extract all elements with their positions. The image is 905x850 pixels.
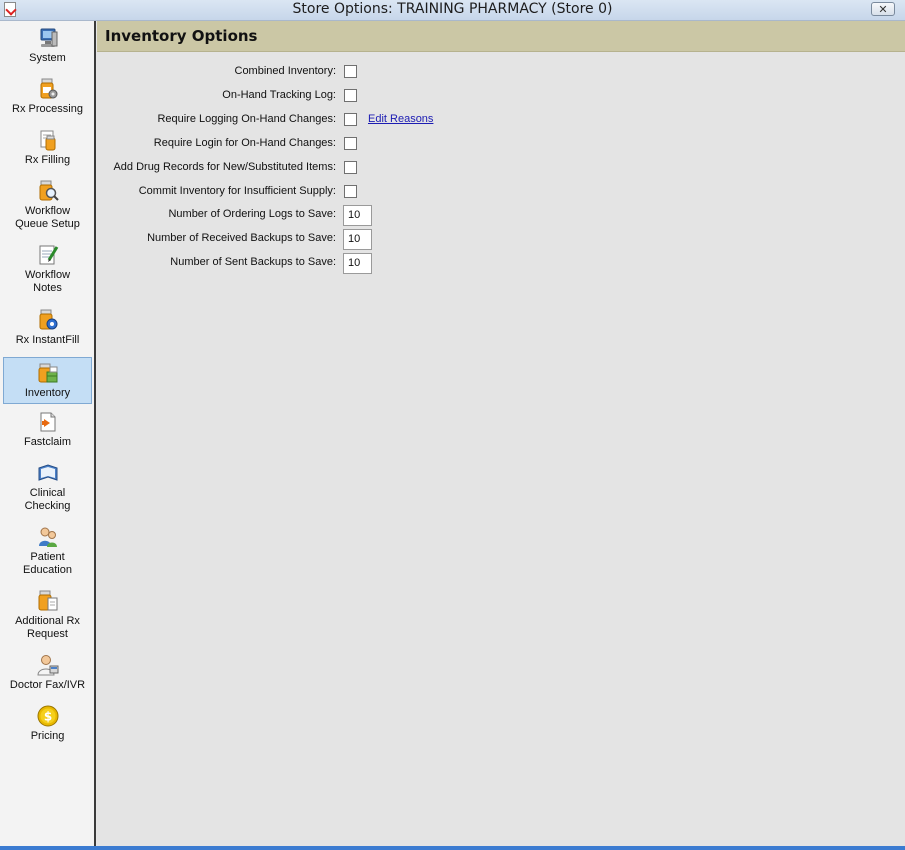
close-button[interactable]: ✕ xyxy=(871,2,895,16)
ordering-logs-input[interactable]: 10 xyxy=(343,205,372,226)
combined-inventory-checkbox[interactable] xyxy=(344,65,357,78)
option-label: Require Login for On-Hand Changes: xyxy=(153,137,336,149)
option-row-on-hand-tracking-log: On-Hand Tracking Log: xyxy=(97,86,905,106)
sidebar-item-rx-processing[interactable]: Rx Processing xyxy=(3,78,92,120)
require-logging-checkbox[interactable] xyxy=(344,113,357,126)
sidebar-item-pricing[interactable]: $ Pricing xyxy=(3,705,92,747)
edit-reasons-link[interactable]: Edit Reasons xyxy=(368,113,433,125)
sidebar-item-label: Rx Processing xyxy=(12,103,83,115)
sidebar-item-label: Workflow Notes xyxy=(24,269,71,294)
sidebar-item-additional-rx-request[interactable]: Additional Rx Request xyxy=(3,590,92,646)
sidebar-item-fastclaim[interactable]: Fastclaim xyxy=(3,411,92,453)
dollar-coin-icon: $ xyxy=(37,705,59,727)
option-label: Number of Sent Backups to Save: xyxy=(170,256,336,268)
sidebar-item-label: Fastclaim xyxy=(23,436,72,448)
notepad-pencil-icon xyxy=(37,244,59,266)
taskbar-edge xyxy=(0,846,905,850)
sidebar-item-label: System xyxy=(29,52,66,64)
sidebar-item-label: Rx Filling xyxy=(24,154,71,166)
people-icon xyxy=(37,526,59,548)
store-options-window: Store Options: TRAINING PHARMACY (Store … xyxy=(0,0,905,850)
pill-bottle-document-icon xyxy=(37,590,59,612)
option-label: Number of Ordering Logs to Save: xyxy=(168,208,336,220)
doctor-icon xyxy=(36,654,59,676)
sidebar-item-label: Inventory xyxy=(24,387,71,399)
sidebar-item-workflow-notes[interactable]: Workflow Notes xyxy=(3,244,92,300)
option-label: Commit Inventory for Insufficient Supply… xyxy=(138,185,336,197)
title-bar: Store Options: TRAINING PHARMACY (Store … xyxy=(0,0,905,21)
sidebar-item-inventory[interactable]: Inventory xyxy=(3,357,92,404)
sidebar-item-label: Rx InstantFill xyxy=(15,334,80,346)
option-row-received-backups: Number of Received Backups to Save: 10 xyxy=(97,229,905,250)
inventory-boxes-icon xyxy=(37,362,59,384)
sidebar-item-label: Additional Rx Request xyxy=(15,615,80,640)
sidebar-item-rx-filling[interactable]: Rx Filling xyxy=(3,129,92,171)
computer-icon xyxy=(37,27,59,49)
section-header: Inventory Options xyxy=(97,21,905,52)
pill-bottle-blue-icon xyxy=(37,309,59,331)
on-hand-tracking-log-checkbox[interactable] xyxy=(344,89,357,102)
sidebar-item-system[interactable]: System xyxy=(3,27,92,69)
svg-text:$: $ xyxy=(43,710,51,724)
sidebar-item-patient-education[interactable]: Patient Education xyxy=(3,526,92,582)
sidebar-item-clinical-checking[interactable]: Clinical Checking xyxy=(3,462,92,518)
sidebar-item-label: Pricing xyxy=(30,730,65,742)
commit-inventory-checkbox[interactable] xyxy=(344,185,357,198)
sidebar-item-label: Workflow Queue Setup xyxy=(15,205,80,230)
option-row-sent-backups: Number of Sent Backups to Save: 10 xyxy=(97,253,905,274)
sidebar-item-label: Doctor Fax/IVR xyxy=(9,679,86,691)
option-row-commit-inventory: Commit Inventory for Insufficient Supply… xyxy=(97,182,905,202)
window-title: Store Options: TRAINING PHARMACY (Store … xyxy=(292,1,613,17)
option-label: Number of Received Backups to Save: xyxy=(147,232,336,244)
sidebar-item-label: Clinical Checking xyxy=(24,487,71,512)
pill-bottle-document-icon xyxy=(37,129,59,151)
document-arrow-icon xyxy=(37,411,59,433)
sent-backups-input[interactable]: 10 xyxy=(343,253,372,274)
option-row-add-drug-records: Add Drug Records for New/Substituted Ite… xyxy=(97,158,905,178)
sidebar-item-workflow-queue-setup[interactable]: Workflow Queue Setup xyxy=(3,180,92,236)
sidebar-item-doctor-fax-ivr[interactable]: Doctor Fax/IVR xyxy=(3,654,92,696)
pill-bottle-search-icon xyxy=(37,180,59,202)
book-icon xyxy=(37,462,59,484)
option-row-combined-inventory: Combined Inventory: xyxy=(97,62,905,82)
options-sidebar: System Rx Processing Rx Filling Workflow… xyxy=(0,21,96,846)
sidebar-item-label: Patient Education xyxy=(23,551,72,576)
sidebar-item-rx-instantfill[interactable]: Rx InstantFill xyxy=(3,309,92,351)
option-label: Add Drug Records for New/Substituted Ite… xyxy=(113,161,336,173)
pill-bottle-gear-icon xyxy=(37,78,59,100)
option-row-ordering-logs: Number of Ordering Logs to Save: 10 xyxy=(97,205,905,226)
inventory-options-panel: Inventory Options Combined Inventory: On… xyxy=(97,21,905,846)
page-title: Inventory Options xyxy=(105,27,258,45)
option-label: Require Logging On-Hand Changes: xyxy=(157,113,336,125)
option-row-require-login: Require Login for On-Hand Changes: xyxy=(97,134,905,154)
require-login-checkbox[interactable] xyxy=(344,137,357,150)
received-backups-input[interactable]: 10 xyxy=(343,229,372,250)
add-drug-records-checkbox[interactable] xyxy=(344,161,357,174)
option-label: On-Hand Tracking Log: xyxy=(222,89,336,101)
option-row-require-logging: Require Logging On-Hand Changes: Edit Re… xyxy=(97,110,905,130)
option-label: Combined Inventory: xyxy=(234,65,337,77)
